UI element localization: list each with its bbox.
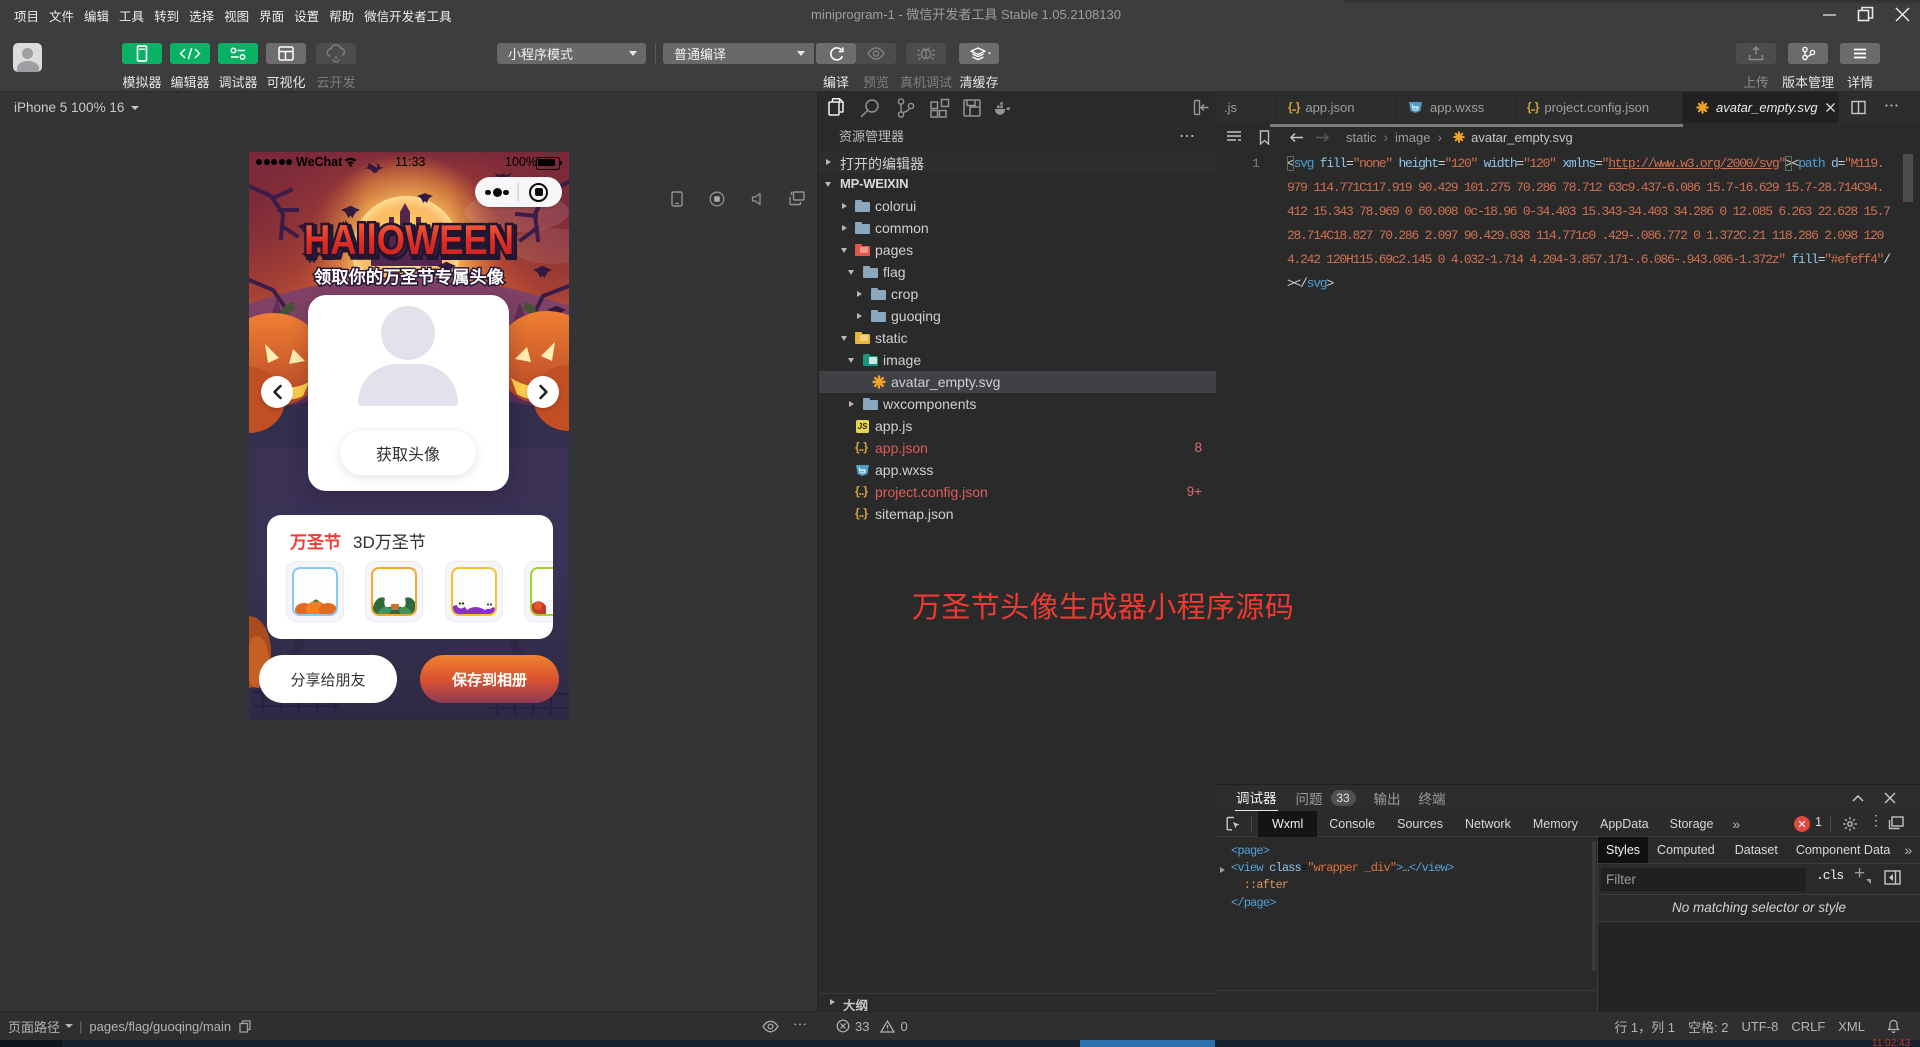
svg-text:领取你的万圣节专属头像: 领取你的万圣节专属头像 [314, 267, 505, 287]
svg-text:HAllOWEEN: HAllOWEEN [304, 216, 514, 263]
